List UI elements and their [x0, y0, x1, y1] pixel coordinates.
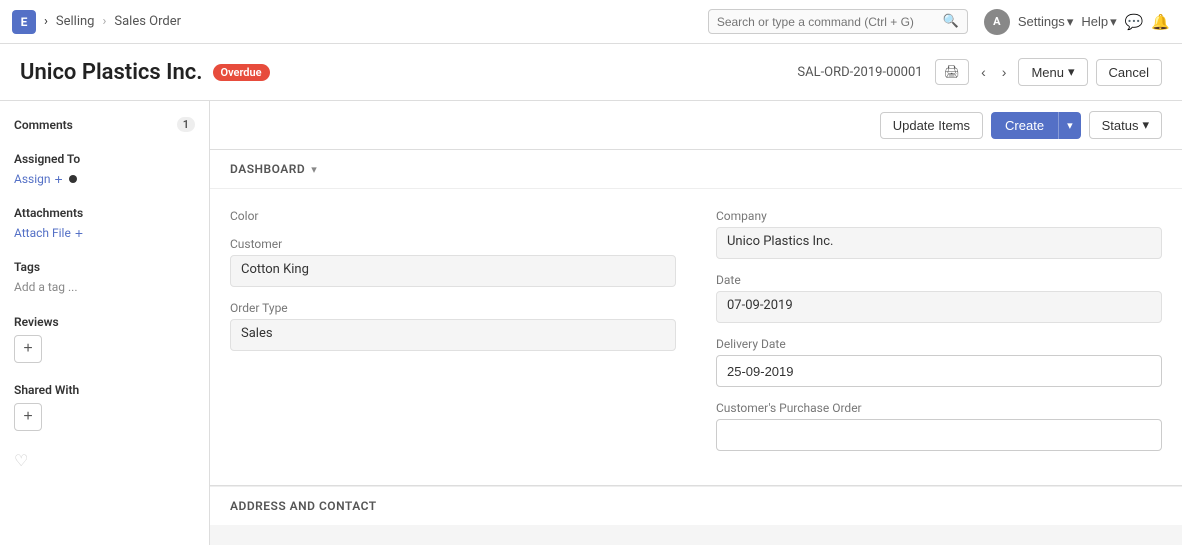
chevron-down-icon: ▾: [1068, 64, 1075, 80]
action-bar: Update Items Create ▾ Status ▾: [210, 101, 1182, 150]
status-button[interactable]: Status ▾: [1089, 111, 1162, 139]
dashboard-section: DASHBOARD ▾ Color Customer Cotton King: [210, 150, 1182, 486]
help-button[interactable]: Help ▾: [1081, 14, 1116, 30]
create-button-group: Create ▾: [991, 112, 1081, 139]
navbar: E › Selling › Sales Order 🔍 A Settings ▾…: [0, 0, 1182, 44]
dashboard-header[interactable]: DASHBOARD ▾: [210, 150, 1182, 189]
app-logo: E: [12, 10, 36, 34]
update-items-button[interactable]: Update Items: [880, 112, 983, 139]
main-layout: Comments 1 Assigned To Assign + Attachme…: [0, 101, 1182, 545]
attach-plus-button[interactable]: +: [75, 226, 83, 240]
bell-icon[interactable]: 🔔: [1151, 13, 1170, 31]
breadcrumb-sales-order[interactable]: Sales Order: [114, 14, 181, 29]
customer-field-group: Customer Cotton King: [230, 237, 676, 287]
color-label: Color: [230, 209, 676, 223]
navbar-right: A Settings ▾ Help ▾ 💬 🔔: [984, 9, 1170, 35]
add-shared-button[interactable]: +: [14, 403, 42, 431]
delivery-date-field-group: Delivery Date: [716, 337, 1162, 387]
chevron-down-icon: ▾: [1110, 14, 1117, 30]
delivery-date-input[interactable]: [716, 355, 1162, 387]
comments-header: Comments 1: [14, 117, 195, 132]
attachments-header: Attachments: [14, 206, 195, 220]
sidebar-tags-section: Tags Add a tag ...: [14, 260, 195, 295]
company-value: Unico Plastics Inc.: [716, 227, 1162, 259]
form-grid: Color Customer Cotton King Order Type Sa…: [230, 209, 1162, 465]
date-label: Date: [716, 273, 1162, 287]
create-button[interactable]: Create: [991, 112, 1058, 139]
search-icon: 🔍: [943, 14, 959, 29]
dashboard-title: DASHBOARD: [230, 162, 305, 176]
form-left-col: Color Customer Cotton King Order Type Sa…: [230, 209, 676, 465]
page-title: Unico Plastics Inc.: [20, 60, 203, 85]
sidebar-attachments-section: Attachments Attach File +: [14, 206, 195, 240]
search-bar[interactable]: 🔍: [708, 9, 968, 34]
chat-icon[interactable]: 💬: [1125, 13, 1144, 31]
attach-file-link[interactable]: Attach File: [14, 226, 71, 240]
sidebar: Comments 1 Assigned To Assign + Attachme…: [0, 101, 210, 545]
add-review-button[interactable]: +: [14, 335, 42, 363]
customer-label: Customer: [230, 237, 676, 251]
dashboard-chevron-icon: ▾: [311, 163, 317, 176]
create-dropdown-button[interactable]: ▾: [1058, 112, 1081, 139]
tags-header: Tags: [14, 260, 195, 274]
shared-with-header: Shared With: [14, 383, 195, 397]
order-type-label: Order Type: [230, 301, 676, 315]
heart-icon: ♡: [14, 451, 28, 470]
print-button[interactable]: 🖨: [935, 59, 970, 85]
chevron-down-icon: ▾: [1142, 117, 1149, 133]
page-header-actions: SAL-ORD-2019-00001 🖨 ‹ › Menu ▾ Cancel: [797, 58, 1162, 86]
purchase-order-input[interactable]: [716, 419, 1162, 451]
sidebar-assigned-section: Assigned To Assign +: [14, 152, 195, 186]
breadcrumb-sep-2: ›: [102, 14, 106, 29]
page-header: Unico Plastics Inc. Overdue SAL-ORD-2019…: [0, 44, 1182, 101]
company-field-group: Company Unico Plastics Inc.: [716, 209, 1162, 259]
reviews-header: Reviews: [14, 315, 195, 329]
date-field-group: Date 07-09-2019: [716, 273, 1162, 323]
order-type-field-group: Order Type Sales: [230, 301, 676, 351]
prev-button[interactable]: ‹: [977, 62, 990, 82]
cancel-button[interactable]: Cancel: [1096, 59, 1162, 86]
address-section-title: ADDRESS AND CONTACT: [230, 499, 377, 513]
delivery-date-label: Delivery Date: [716, 337, 1162, 351]
comments-count: 1: [177, 117, 195, 132]
order-type-value: Sales: [230, 319, 676, 351]
date-value: 07-09-2019: [716, 291, 1162, 323]
search-input[interactable]: [717, 15, 937, 29]
sidebar-comments-section: Comments 1: [14, 117, 195, 132]
assigned-to-header: Assigned To: [14, 152, 195, 166]
color-field-group: Color: [230, 209, 676, 223]
sidebar-shared-section: Shared With +: [14, 383, 195, 431]
doc-id: SAL-ORD-2019-00001: [797, 65, 922, 80]
purchase-order-label: Customer's Purchase Order: [716, 401, 1162, 415]
assign-link[interactable]: Assign: [14, 172, 51, 186]
next-button[interactable]: ›: [998, 62, 1011, 82]
sidebar-reviews-section: Reviews +: [14, 315, 195, 363]
breadcrumb-selling[interactable]: Selling: [56, 14, 95, 29]
menu-button[interactable]: Menu ▾: [1018, 58, 1087, 86]
status-badge: Overdue: [213, 64, 270, 81]
settings-button[interactable]: Settings ▾: [1018, 14, 1074, 30]
form-right-col: Company Unico Plastics Inc. Date 07-09-2…: [716, 209, 1162, 465]
add-tag-link[interactable]: Add a tag ...: [14, 280, 78, 294]
cursor-indicator: [69, 175, 77, 183]
assign-plus-button[interactable]: +: [55, 172, 63, 186]
address-section-bar[interactable]: ADDRESS AND CONTACT: [210, 486, 1182, 525]
breadcrumb-sep-1: ›: [44, 14, 48, 29]
content-area: Update Items Create ▾ Status ▾ DASHBOARD…: [210, 101, 1182, 545]
chevron-down-icon: ▾: [1067, 14, 1074, 30]
form-area: Color Customer Cotton King Order Type Sa…: [210, 189, 1182, 485]
company-label: Company: [716, 209, 1162, 223]
purchase-order-field-group: Customer's Purchase Order: [716, 401, 1162, 451]
customer-value: Cotton King: [230, 255, 676, 287]
avatar: A: [984, 9, 1010, 35]
page-title-group: Unico Plastics Inc. Overdue: [20, 60, 270, 85]
